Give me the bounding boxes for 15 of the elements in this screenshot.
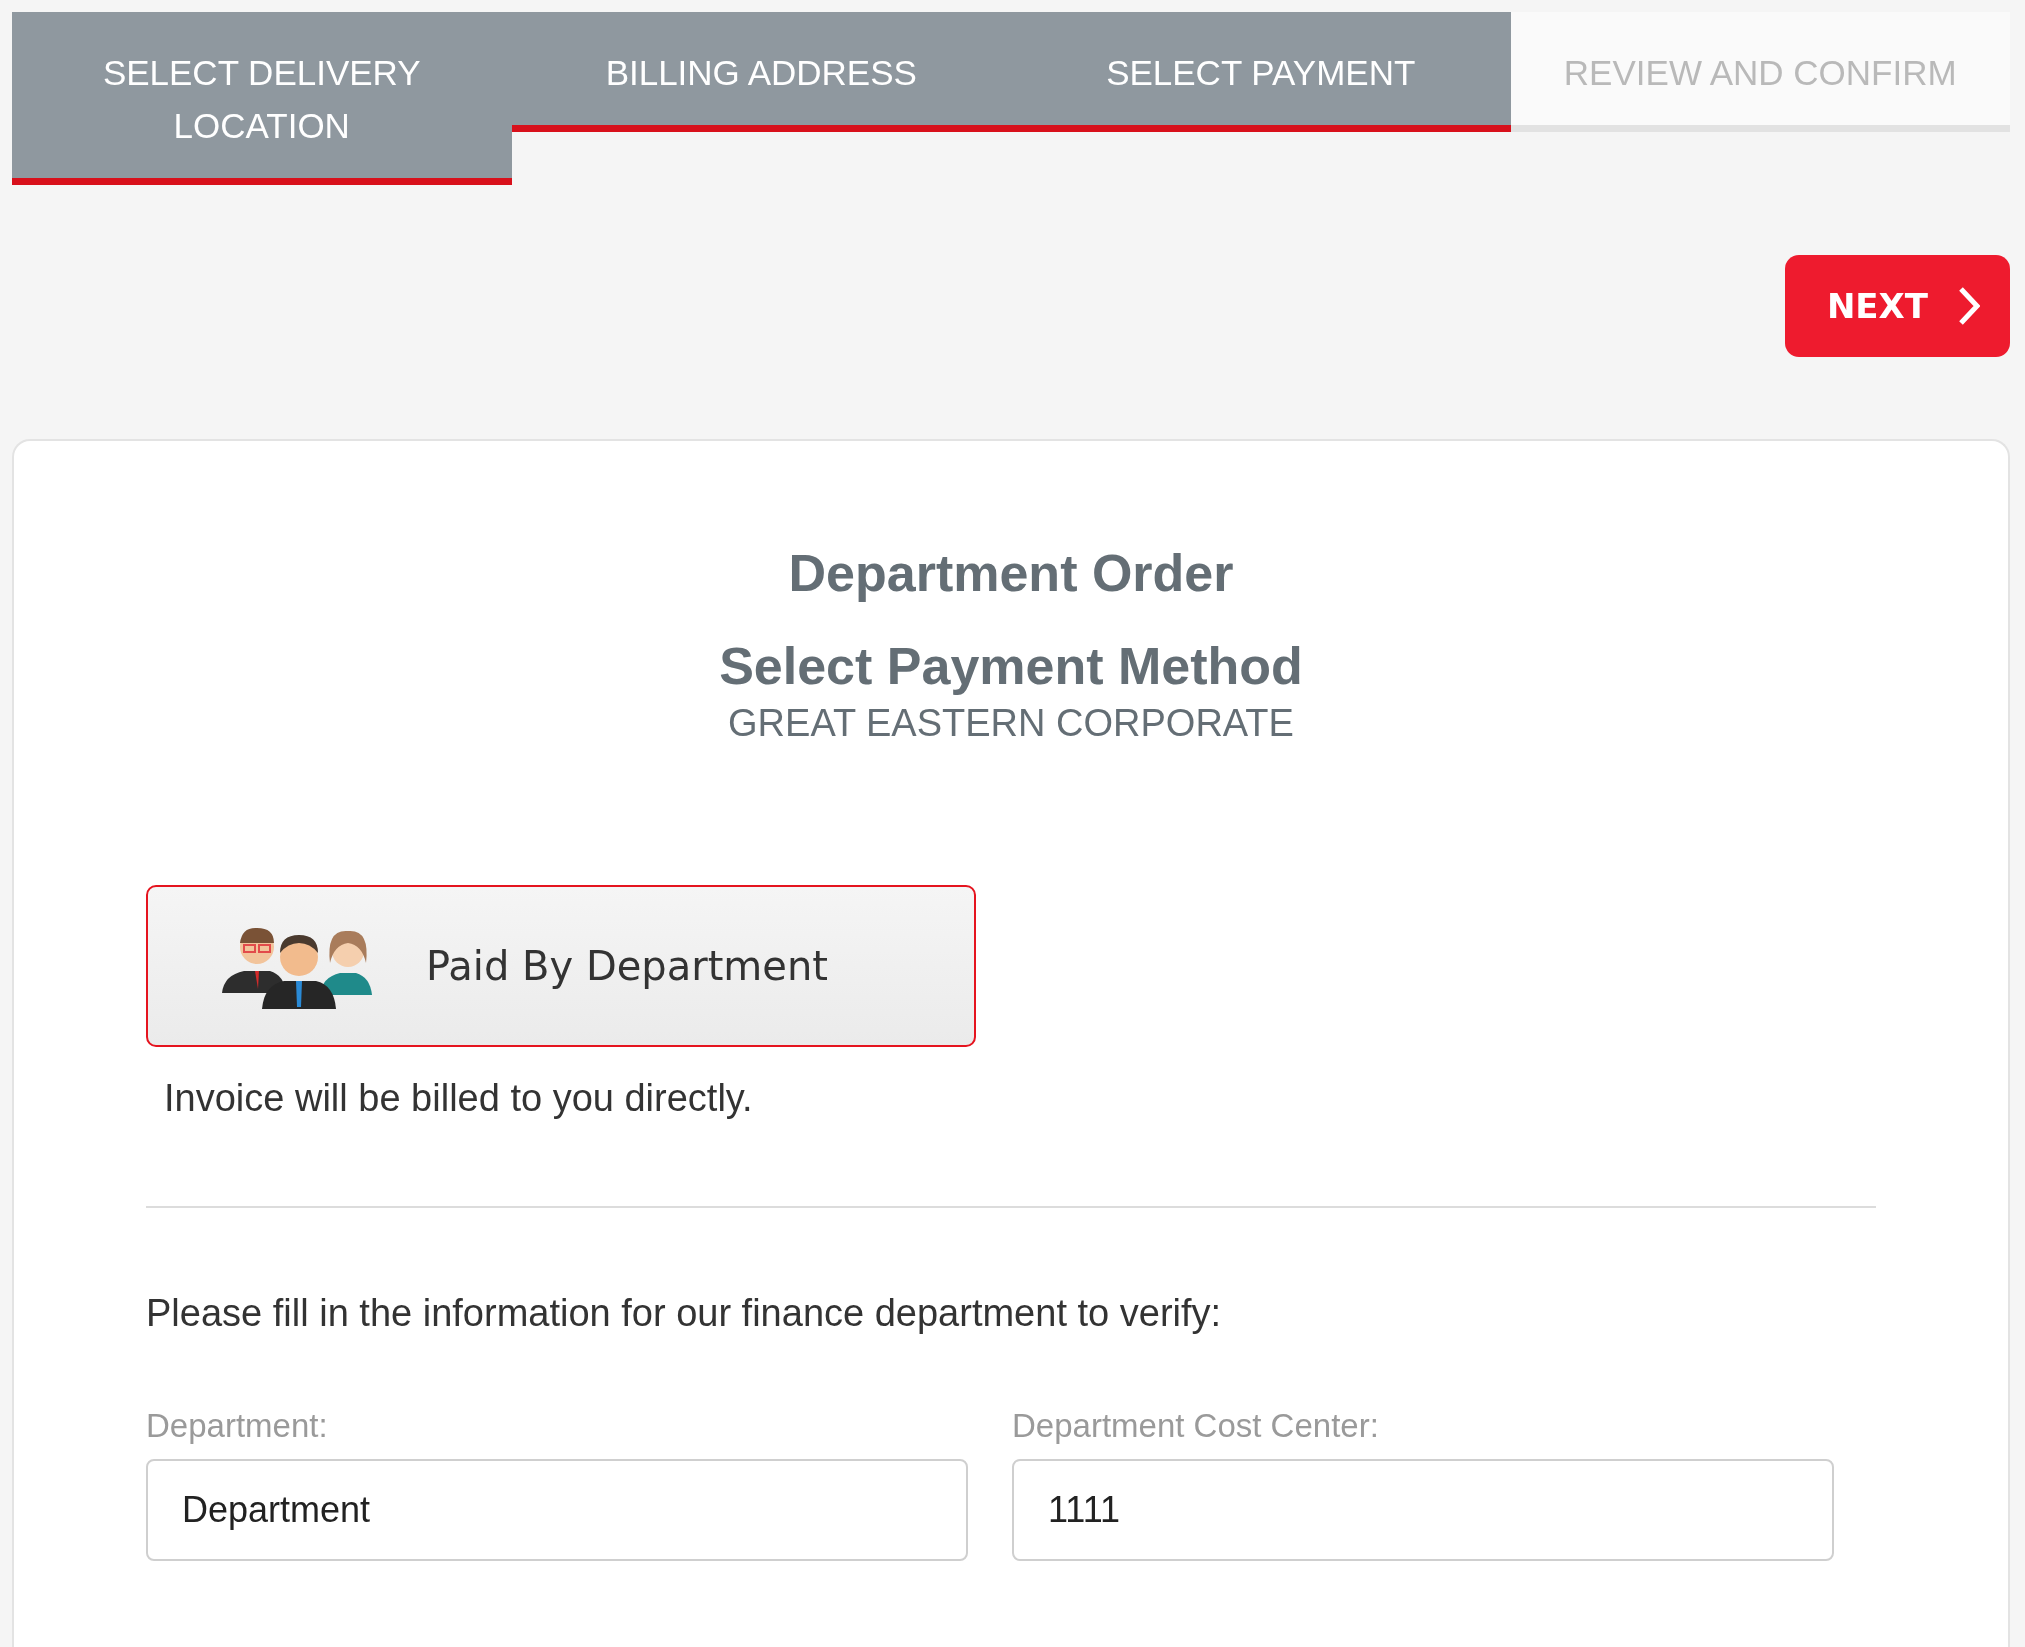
field-label: Department: (146, 1407, 329, 1445)
next-button[interactable]: NEXT (1784, 255, 2010, 357)
form-prompt: Please fill in the information for our finance department to verify: (146, 1292, 1223, 1335)
card-title: Department Order (787, 543, 1235, 604)
payment-option[interactable]: Paid By Department (146, 885, 976, 1047)
field-label: Department Cost Center: (1012, 1407, 1380, 1445)
step-tab[interactable]: SELECT PAYMENT (1011, 12, 1511, 132)
card-subtitle: Select Payment Method (718, 636, 1304, 697)
payment-description: Invoice will be billed to you directly. (164, 1077, 754, 1120)
step-tab[interactable]: BILLING ADDRESS (511, 12, 1011, 132)
step-tab[interactable]: SELECT DELIVERY LOCATION (12, 12, 512, 185)
chevron-right-icon (1958, 286, 1980, 326)
company-name: GREAT EASTERN CORPORATE (727, 702, 1295, 745)
input-field[interactable]: Department (146, 1459, 968, 1561)
input-field[interactable]: 1111 (1012, 1459, 1834, 1561)
